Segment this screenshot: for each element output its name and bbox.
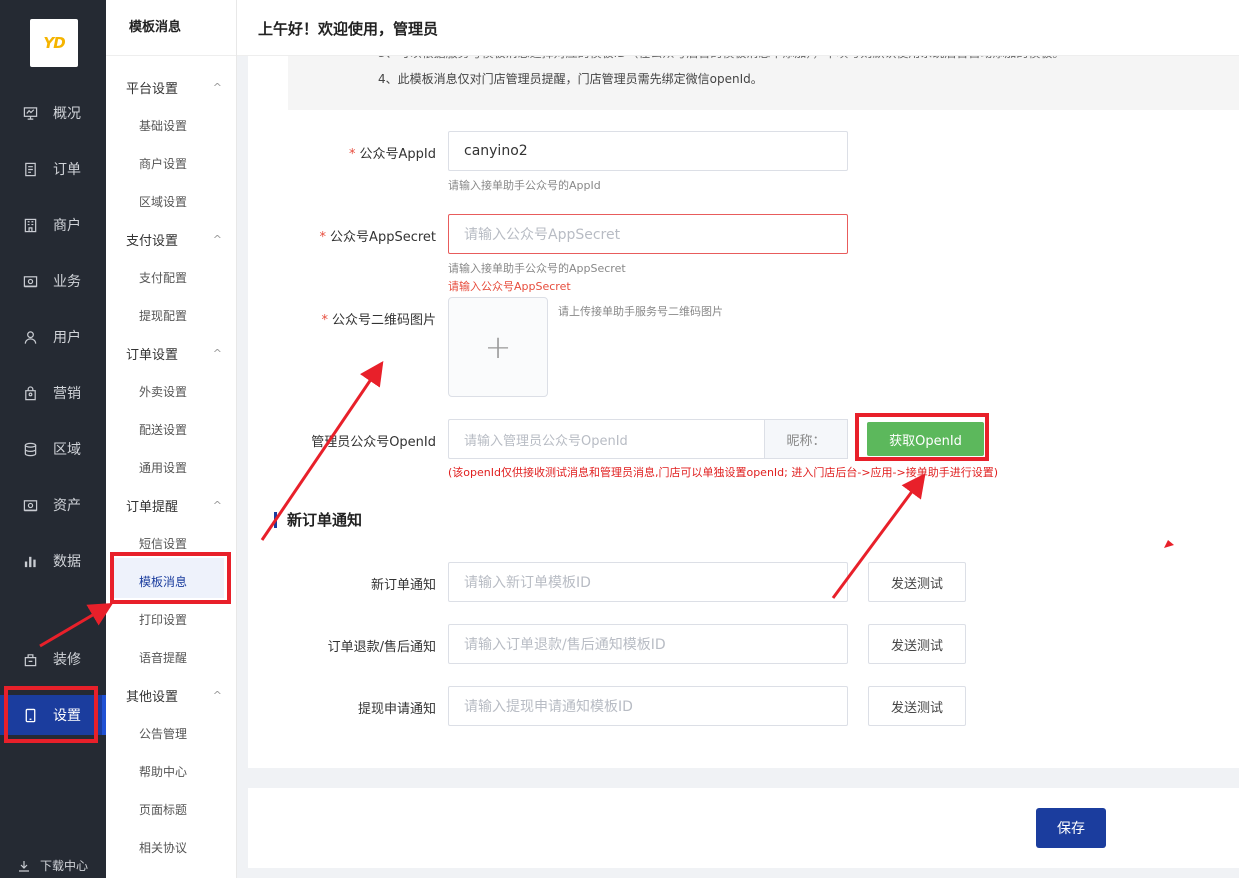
bar-chart-icon (22, 553, 38, 569)
nav-item-users[interactable]: 用户 (0, 317, 106, 357)
nickname-addon: 昵称： (764, 419, 848, 459)
submenu-item-agreements[interactable]: 相关协议 (139, 839, 187, 856)
nav-item-business[interactable]: 业务 (0, 261, 106, 301)
nav-item-data[interactable]: 数据 (0, 541, 106, 581)
appsecret-label: * 公众号AppSecret (319, 230, 436, 245)
group-payment-settings[interactable]: 支付设置 ^ (126, 230, 222, 249)
database-icon (22, 441, 38, 457)
send-test-button-withdraw[interactable]: 发送测试 (868, 686, 966, 726)
appid-hint: 请输入接单助手公众号的AppId (448, 179, 601, 192)
appid-label: * 公众号AppId (349, 147, 436, 162)
template-input-new-order[interactable]: 请输入新订单模板ID (448, 562, 848, 602)
send-test-button-refund[interactable]: 发送测试 (868, 624, 966, 664)
qrcode-label: * 公众号二维码图片 (321, 313, 436, 328)
monitor-icon (22, 105, 38, 121)
get-openid-button[interactable]: 获取OpenId (867, 422, 984, 456)
brush-icon (22, 651, 38, 667)
bag-icon (22, 385, 38, 401)
greeting-text: 上午好！欢迎使用，管理员 (258, 20, 439, 38)
openid-note: (该openId仅供接收测试消息和管理员消息,门店可以单独设置openId; 进… (448, 466, 999, 479)
plus-icon: + (484, 328, 512, 366)
notice-line-4: 4、此模板消息仅对门店管理员提醒，门店管理员需先绑定微信openId。 (378, 72, 763, 86)
save-button[interactable]: 保存 (1036, 808, 1106, 848)
appid-input[interactable]: canyino2 (448, 131, 848, 171)
group-other-settings[interactable]: 其他设置 ^ (126, 686, 222, 705)
appsecret-error: 请输入公众号AppSecret (448, 280, 571, 293)
appsecret-input[interactable]: 请输入公众号AppSecret (448, 214, 848, 254)
submenu-item-general[interactable]: 通用设置 (139, 459, 187, 476)
notice-box: 3、可以根据服务号模板消息选择对应的模板ID（在公众号后台的模板消息中添加），不… (288, 46, 1239, 110)
nav-item-orders[interactable]: 订单 (0, 149, 106, 189)
submenu-item-merchant[interactable]: 商户设置 (139, 155, 187, 172)
openid-input[interactable]: 请输入管理员公众号OpenId (448, 419, 765, 459)
tablet-icon (22, 707, 38, 723)
template-input-withdraw[interactable]: 请输入提现申请通知模板ID (448, 686, 848, 726)
chevron-up-icon: ^ (212, 233, 222, 246)
header-mask: 上午好！欢迎使用，管理员 (237, 0, 1239, 56)
submenu-item-page-title[interactable]: 页面标题 (139, 801, 187, 818)
submenu-item-withdraw-config[interactable]: 提现配置 (139, 307, 187, 324)
submenu-item-payment-config[interactable]: 支付配置 (139, 269, 187, 286)
section-title: 新订单通知 (274, 512, 362, 528)
user-icon (22, 329, 38, 345)
chevron-up-icon: ^ (212, 81, 222, 94)
nav-item-decoration[interactable]: 装修 (0, 639, 106, 679)
submenu-item-basic[interactable]: 基础设置 (139, 117, 187, 134)
download-icon (19, 860, 29, 872)
submenu-item-sms[interactable]: 短信设置 (139, 535, 187, 552)
submenu-item-template-message[interactable]: 模板消息 (139, 573, 187, 590)
document-icon (22, 161, 38, 177)
nav-item-regions[interactable]: 区域 (0, 429, 106, 469)
download-center-link[interactable]: 下载中心 (18, 857, 88, 874)
submenu-item-help[interactable]: 帮助中心 (139, 763, 187, 780)
submenu-item-delivery[interactable]: 配送设置 (139, 421, 187, 438)
app-logo[interactable]: YD (30, 19, 78, 67)
group-order-reminder[interactable]: 订单提醒 ^ (126, 496, 222, 515)
nav-item-assets[interactable]: 资产 (0, 485, 106, 525)
template-label-withdraw: 提现申请通知 (357, 702, 436, 717)
template-label-new-order: 新订单通知 (370, 578, 436, 593)
building-icon (22, 217, 38, 233)
openid-label: 管理员公众号OpenId (311, 435, 436, 450)
submenu-item-voice[interactable]: 语音提醒 (139, 649, 187, 666)
group-platform-settings[interactable]: 平台设置 ^ (126, 78, 222, 97)
qrcode-hint: 请上传接单助手服务号二维码图片 (558, 305, 723, 318)
nav-item-merchants[interactable]: 商户 (0, 205, 106, 245)
submenu-title: 模板消息 (106, 0, 236, 56)
briefcase-icon (22, 273, 38, 289)
submenu-item-announcements[interactable]: 公告管理 (139, 725, 187, 742)
appsecret-hint: 请输入接单助手公众号的AppSecret (448, 262, 626, 275)
nav-item-marketing[interactable]: 营销 (0, 373, 106, 413)
qrcode-upload[interactable]: + (448, 297, 548, 397)
template-input-refund[interactable]: 请输入订单退款/售后通知模板ID (448, 624, 848, 664)
chevron-up-icon: ^ (212, 689, 222, 702)
send-test-button-new-order[interactable]: 发送测试 (868, 562, 966, 602)
nav-item-settings[interactable]: 设置 (0, 695, 106, 735)
submenu-item-region[interactable]: 区域设置 (139, 193, 187, 210)
submenu-item-print[interactable]: 打印设置 (139, 611, 187, 628)
nav-item-overview[interactable]: 概况 (0, 93, 106, 133)
submenu-item-takeout[interactable]: 外卖设置 (139, 383, 187, 400)
main-sidebar: YD 概况 订单 商户 业务 用户 营销 区域 资产 数据 装修 设置 下载中心 (0, 0, 106, 878)
chevron-up-icon: ^ (212, 499, 222, 512)
template-label-refund: 订单退款/售后通知 (327, 640, 436, 655)
group-order-settings[interactable]: 订单设置 ^ (126, 344, 222, 363)
wallet-icon (22, 497, 38, 513)
chevron-up-icon: ^ (212, 347, 222, 360)
